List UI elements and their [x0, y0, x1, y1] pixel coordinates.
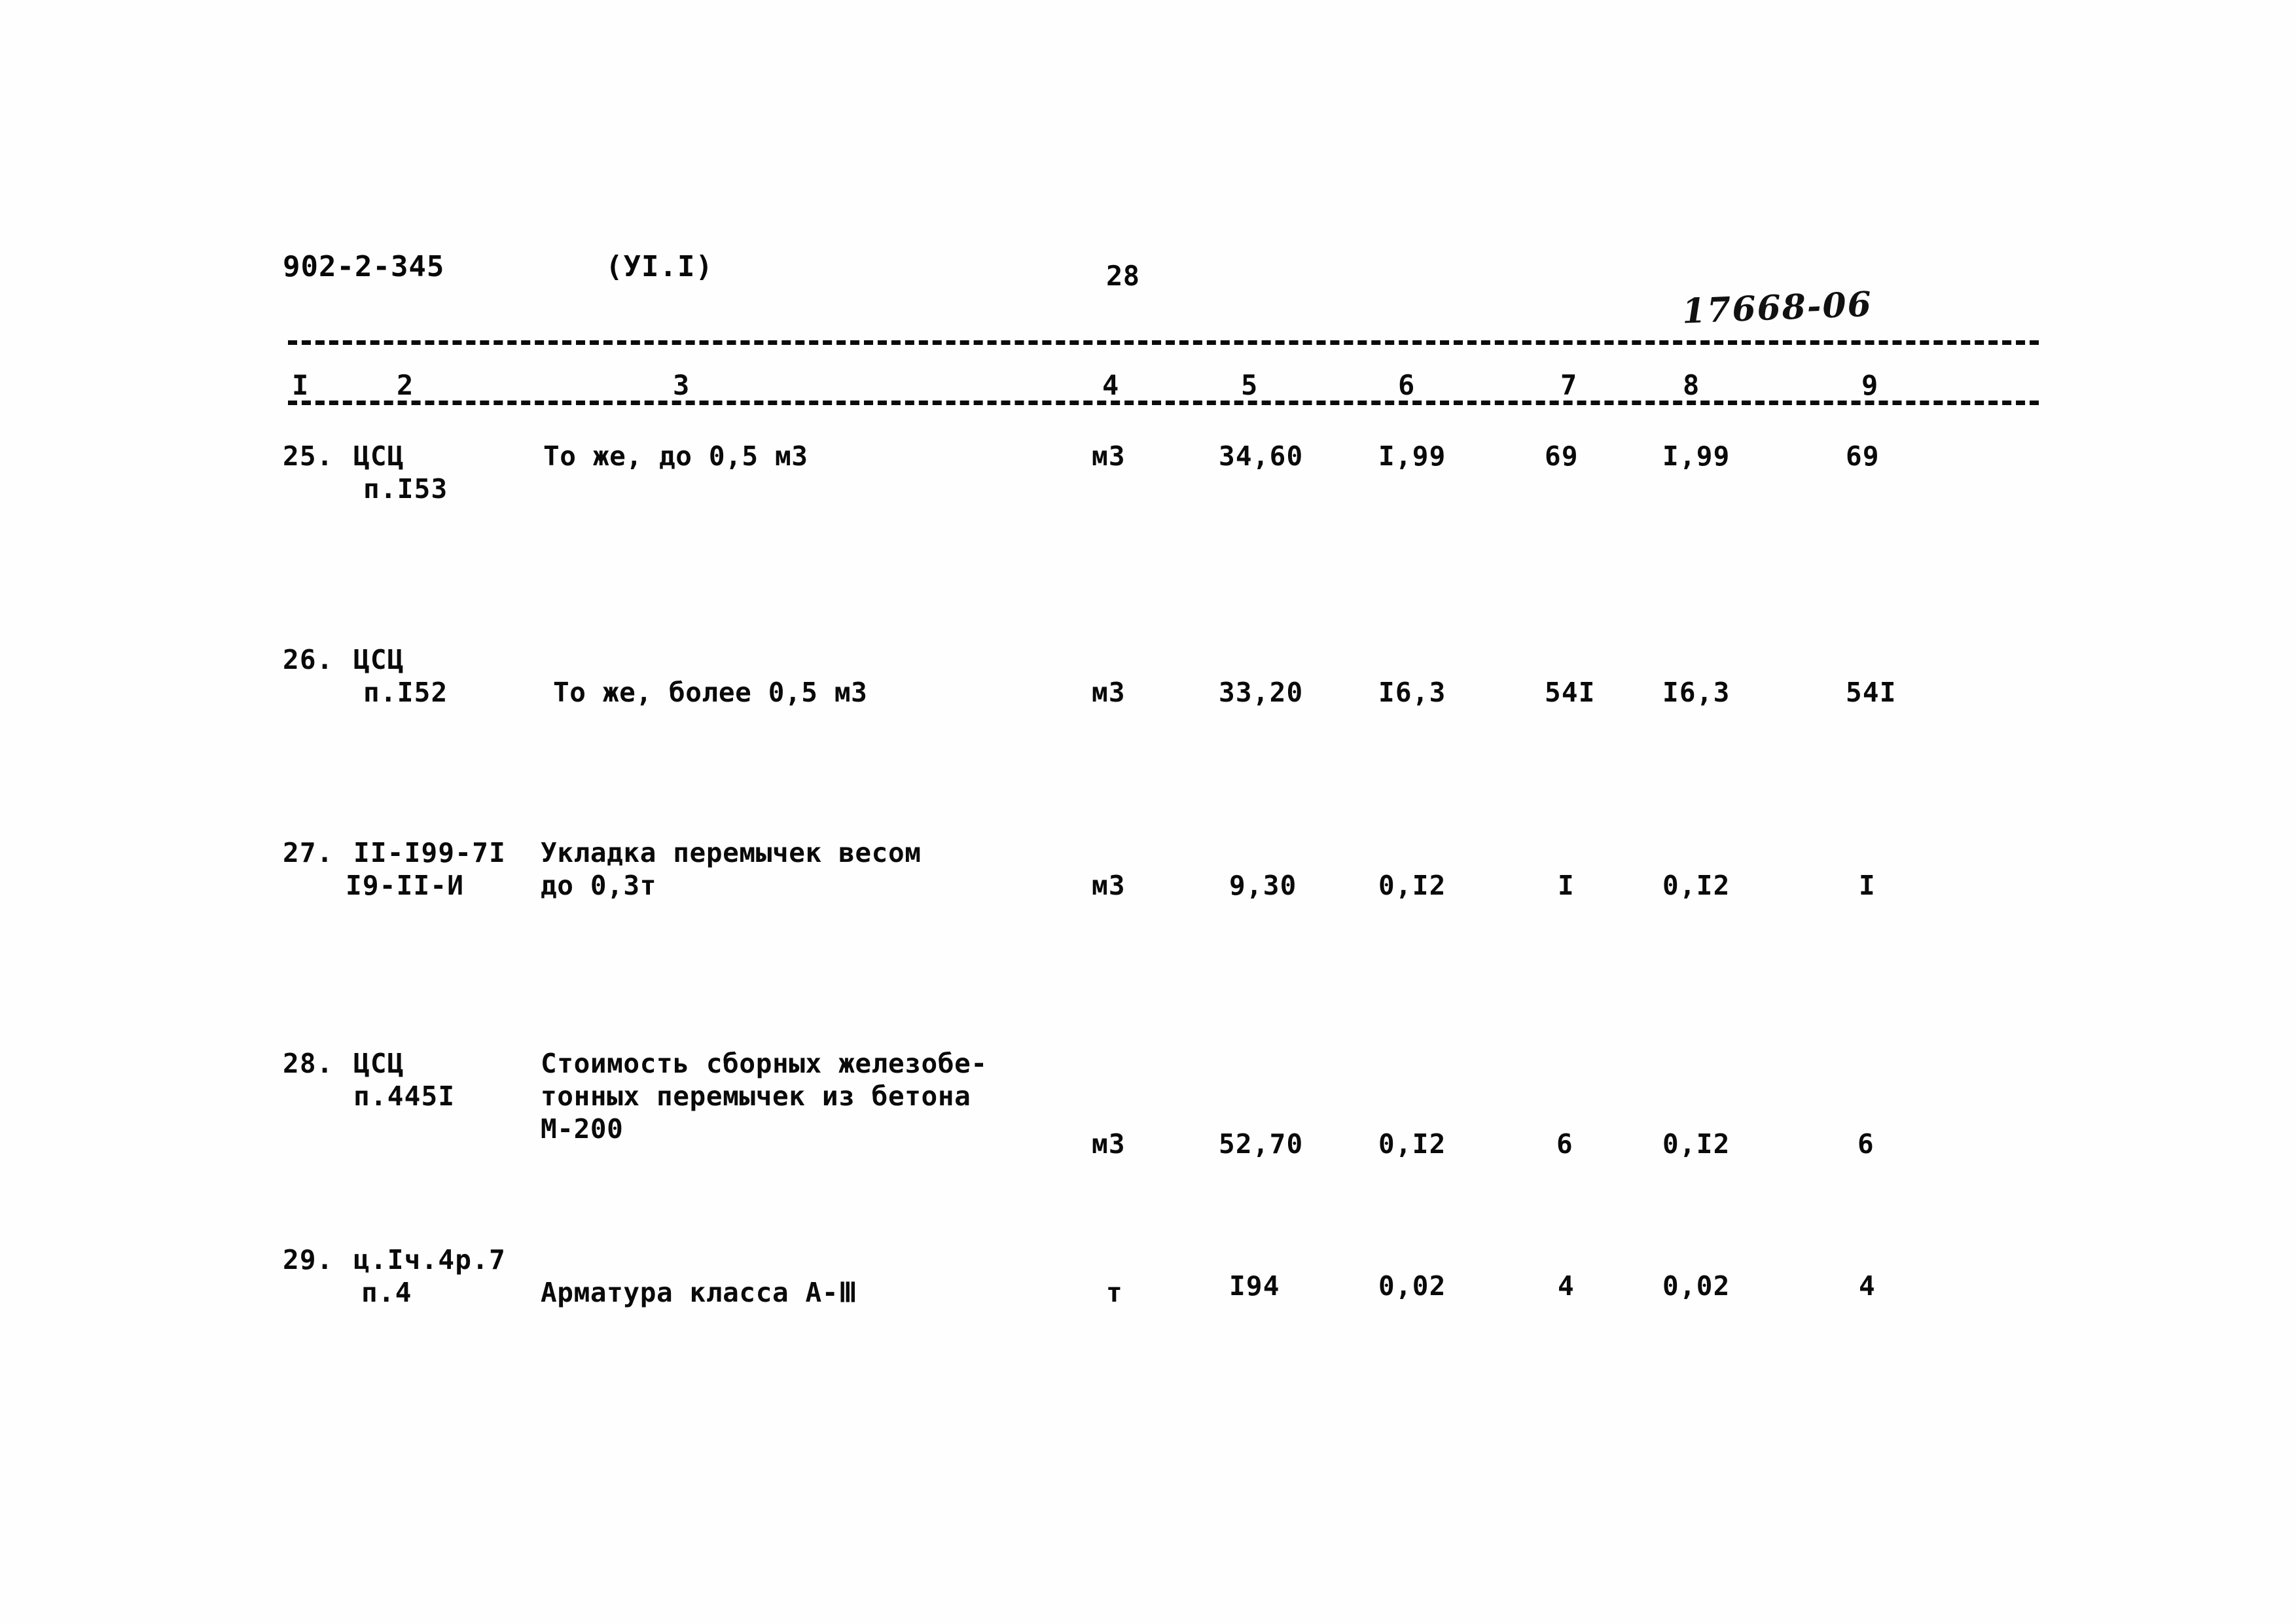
row-value-col5: 33,20 [1219, 677, 1304, 708]
row-value-col9: 6 [1857, 1128, 1874, 1160]
column-header-4: 4 [1098, 372, 1123, 399]
row-value-col6: I,99 [1378, 440, 1446, 472]
row-value-col8: 0,I2 [1662, 870, 1731, 901]
row-value-col8: 0,I2 [1662, 1128, 1731, 1160]
row-value-col9: 4 [1859, 1270, 1876, 1302]
row-description-line-2: до 0,3т [541, 870, 656, 901]
row-value-col8: I6,3 [1662, 677, 1731, 708]
row-code-line-2: п.I53 [363, 473, 448, 505]
row-unit: м3 [1092, 440, 1126, 472]
column-header-8: 8 [1679, 372, 1704, 399]
row-unit: т [1106, 1277, 1123, 1308]
row-value-col5: 9,30 [1229, 870, 1297, 901]
row-code-line-1: ЦСЦ [353, 1048, 404, 1079]
column-header-5: 5 [1237, 372, 1262, 399]
row-value-col6: 0,I2 [1378, 870, 1446, 901]
row-code-line-1: ЦСЦ [353, 440, 404, 472]
row-value-col6: 0,02 [1378, 1270, 1446, 1302]
row-code-line-2: п.4 [361, 1277, 412, 1308]
row-number: 25. [283, 440, 334, 472]
row-description-line-2: тонных перемычек из бетона [541, 1080, 971, 1112]
row-number: 27. [283, 837, 334, 868]
row-code-line-1: ЦСЦ [353, 644, 404, 675]
row-description-line-1: То же, до 0,5 м3 [543, 440, 808, 472]
column-header-1: I [288, 372, 313, 399]
row-value-col9: 69 [1846, 440, 1880, 472]
archive-stamp-handwritten: 17668-06 [1681, 284, 1873, 332]
row-value-col6: I6,3 [1378, 677, 1446, 708]
column-header-7: 7 [1556, 372, 1581, 399]
column-header-2: 2 [393, 372, 418, 399]
row-number: 29. [283, 1244, 334, 1275]
row-value-col7: 69 [1545, 440, 1579, 472]
row-value-col7: 6 [1556, 1128, 1573, 1160]
row-unit: м3 [1092, 870, 1126, 901]
row-value-col5: I94 [1229, 1270, 1280, 1302]
table-rule-bottom [288, 401, 2039, 405]
row-number: 28. [283, 1048, 334, 1079]
row-description-line-1: Стоимость сборных железобе- [541, 1048, 988, 1079]
table-rule-top [288, 340, 2039, 345]
column-header-3: 3 [669, 372, 694, 399]
row-description-line-1: Укладка перемычек весом [541, 837, 922, 868]
row-number: 26. [283, 644, 334, 675]
row-code-line-1: II-I99-7I [353, 837, 506, 868]
document-part-code: (УI.I) [605, 250, 713, 283]
row-code-line-2: п.I52 [363, 677, 448, 708]
row-unit: м3 [1092, 1128, 1126, 1160]
row-description-line-3: М-200 [541, 1113, 624, 1145]
row-value-col7: I [1558, 870, 1575, 901]
row-code-line-2: I9-II-И [346, 870, 465, 901]
document-code: 902-2-345 [283, 250, 445, 283]
page-number: 28 [1106, 260, 1140, 292]
row-code-line-1: ц.Iч.4р.7 [353, 1244, 506, 1275]
row-code-line-2: п.445I [353, 1080, 456, 1112]
row-description-line-1: Арматура класса А-Ⅲ [541, 1277, 857, 1308]
row-value-col7: 54I [1545, 677, 1596, 708]
row-value-col5: 34,60 [1219, 440, 1304, 472]
row-value-col5: 52,70 [1219, 1128, 1304, 1160]
row-value-col9: 54I [1846, 677, 1897, 708]
column-header-6: 6 [1394, 372, 1419, 399]
scanned-document-page: 902-2-345 (УI.I) 28 17668-06 I 2 3 4 5 6… [0, 0, 2296, 1623]
row-unit: м3 [1092, 677, 1126, 708]
row-value-col6: 0,I2 [1378, 1128, 1446, 1160]
row-value-col7: 4 [1558, 1270, 1575, 1302]
row-value-col8: I,99 [1662, 440, 1731, 472]
row-value-col8: 0,02 [1662, 1270, 1731, 1302]
row-description-line-1: То же, более 0,5 м3 [553, 677, 868, 708]
row-value-col9: I [1859, 870, 1876, 901]
column-header-9: 9 [1857, 372, 1882, 399]
